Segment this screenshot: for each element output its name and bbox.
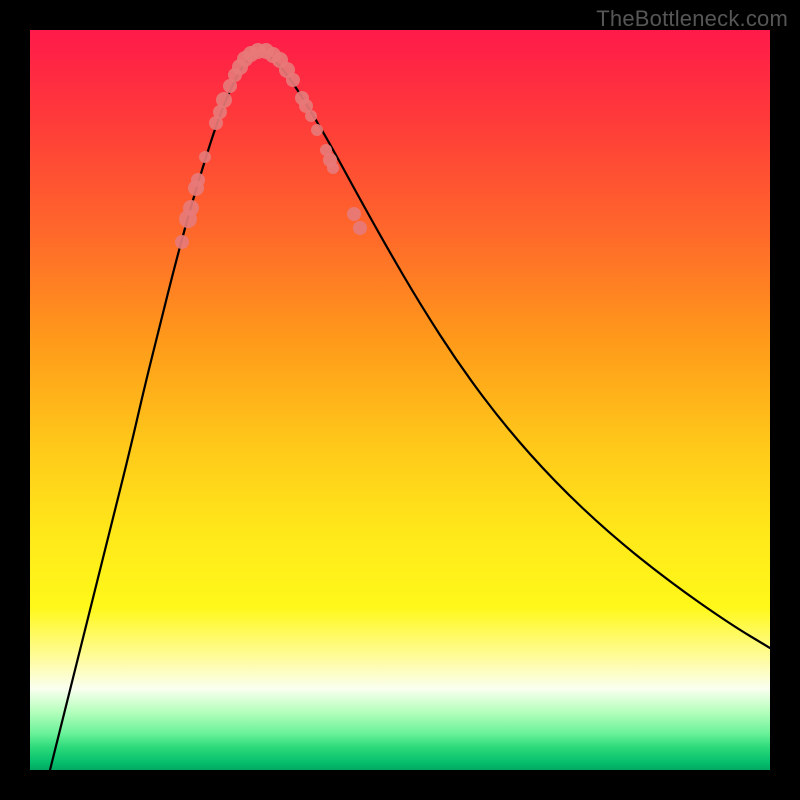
watermark-text: TheBottleneck.com (596, 6, 788, 32)
curve-marker (199, 151, 211, 163)
curve-marker (183, 200, 199, 216)
chart-svg (30, 30, 770, 770)
curve-markers (175, 43, 367, 249)
curve-marker (305, 110, 317, 122)
curve-marker (353, 221, 367, 235)
curve-marker (347, 207, 361, 221)
curve-marker (216, 92, 232, 108)
curve-marker (175, 235, 189, 249)
curve-marker (191, 173, 205, 187)
curve-marker (311, 124, 323, 136)
curve-marker (286, 73, 300, 87)
curve-marker (327, 162, 339, 174)
bottleneck-curve (50, 53, 770, 770)
plot-area (30, 30, 770, 770)
chart-container: TheBottleneck.com (0, 0, 800, 800)
